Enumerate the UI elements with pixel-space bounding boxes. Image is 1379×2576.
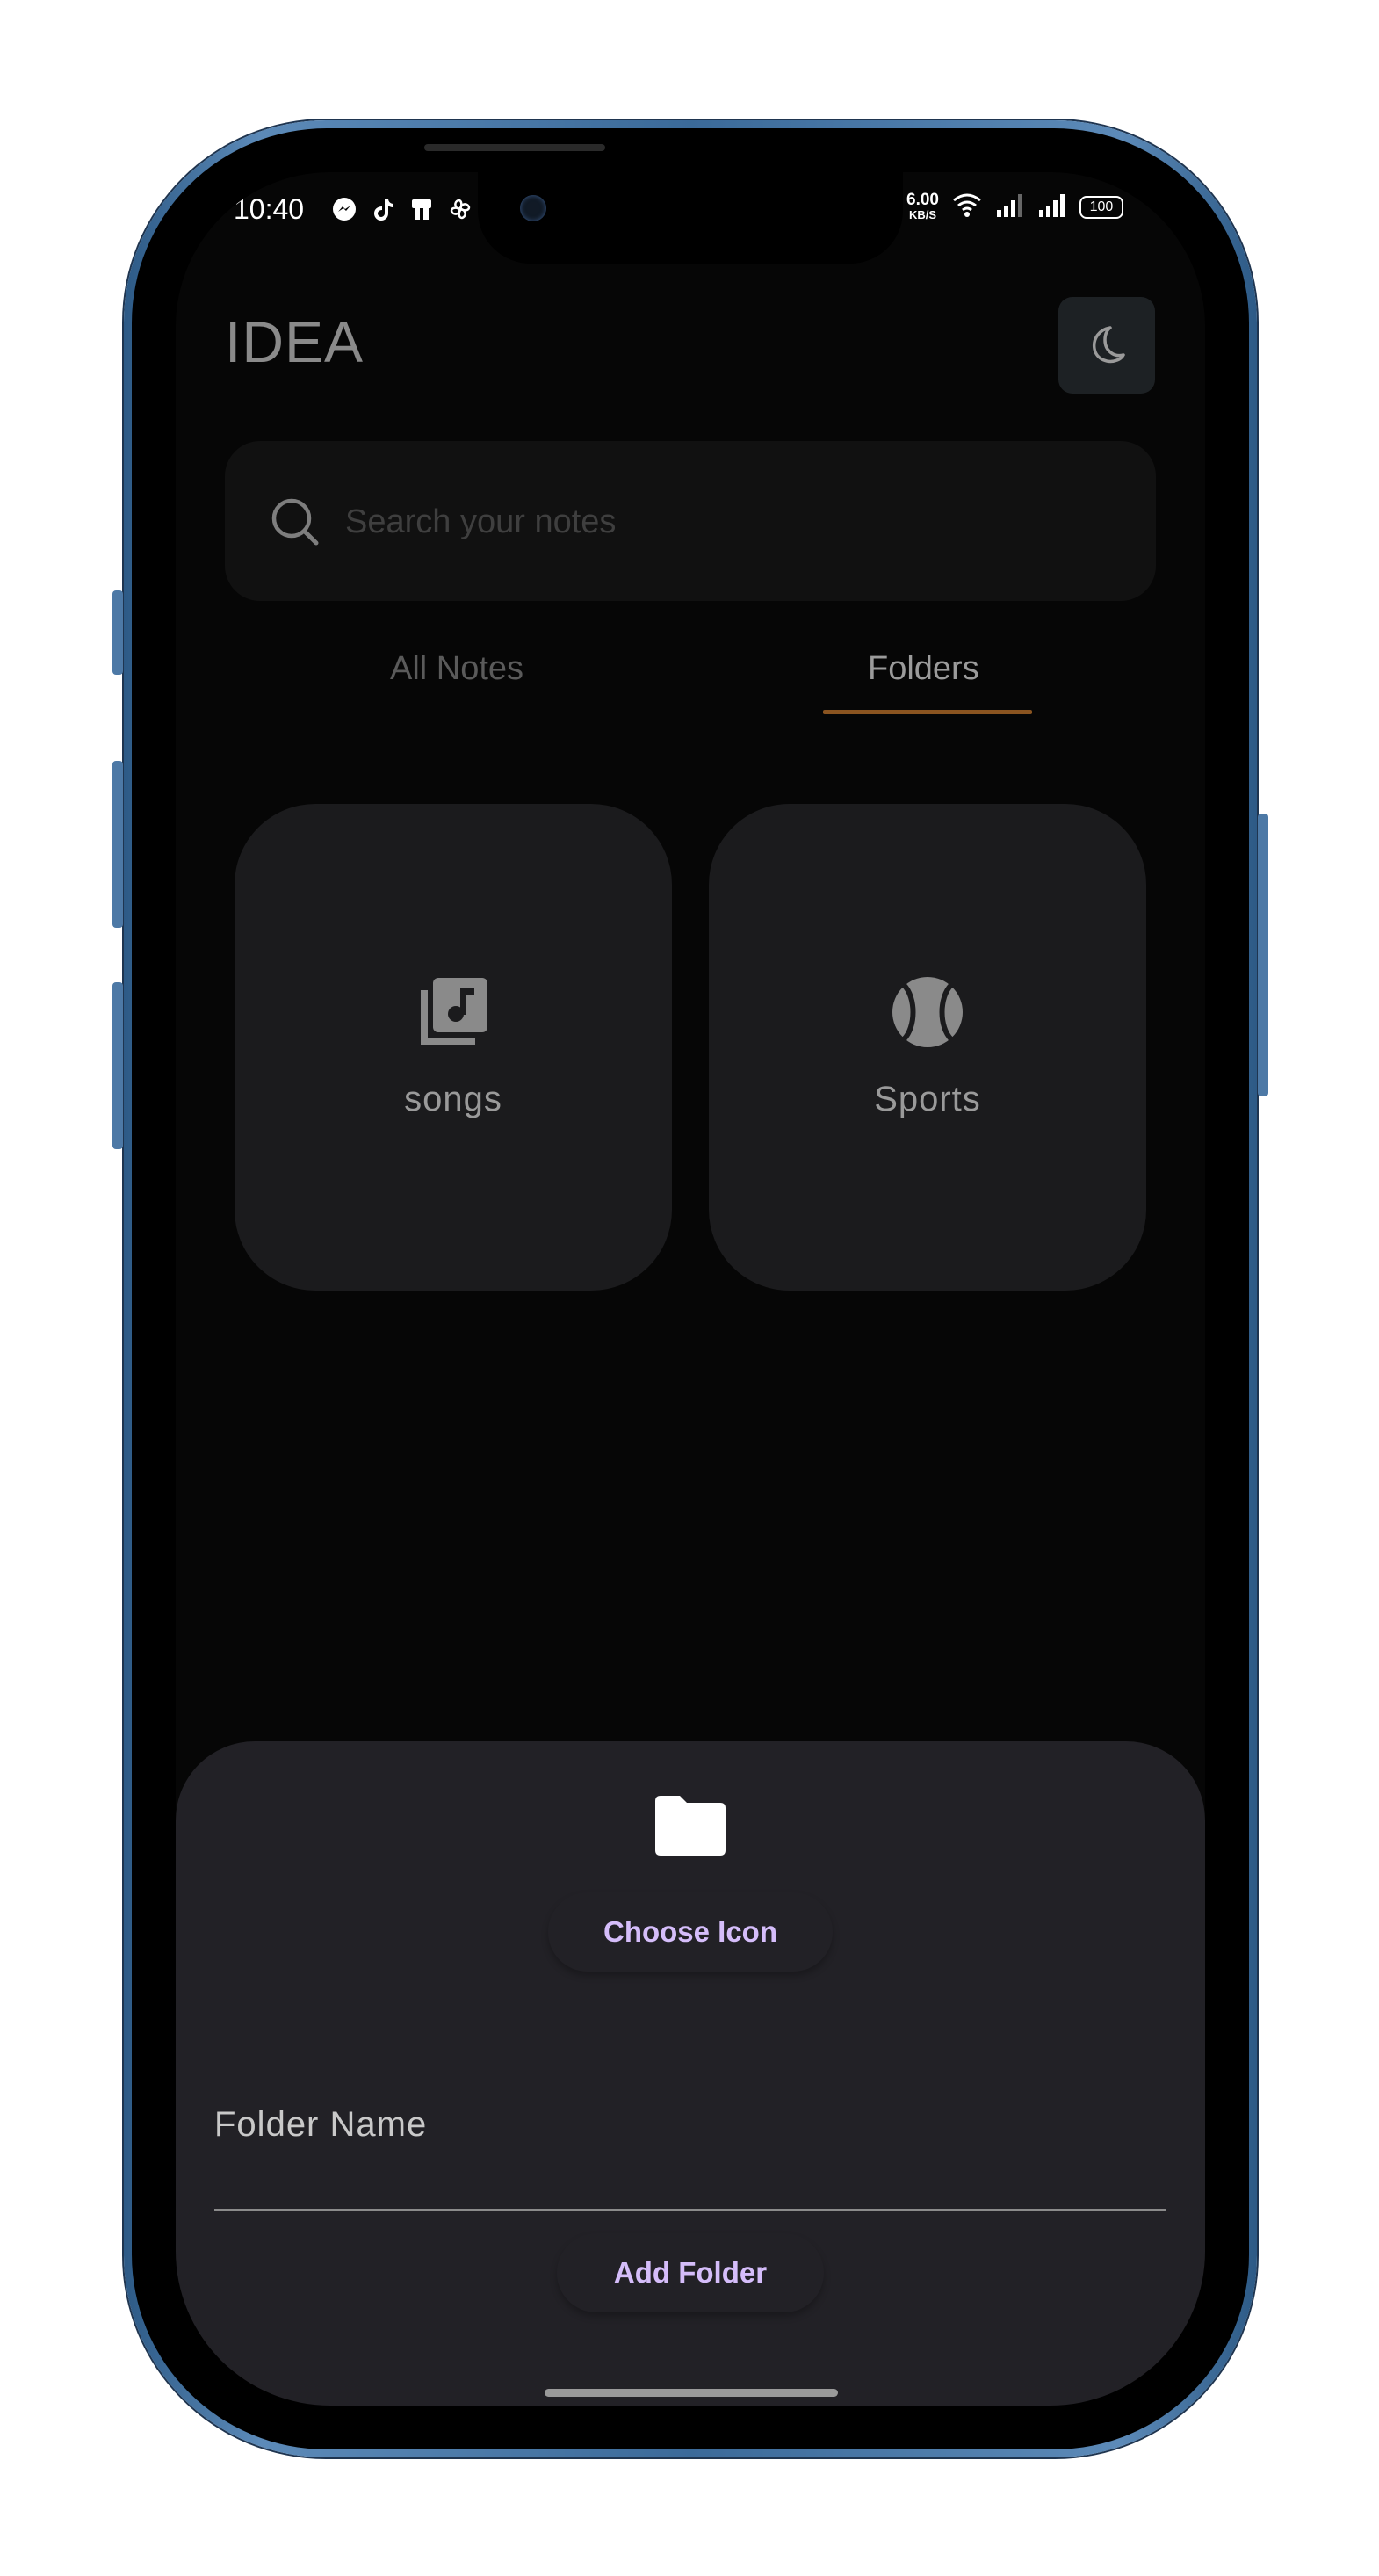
side-button-right: [1258, 814, 1268, 1096]
add-folder-sheet: Choose Icon Folder Name Add Folder: [176, 1741, 1205, 2406]
status-time: 10:40: [234, 193, 305, 225]
network-speed-unit: KB/S: [908, 207, 937, 221]
wifi-icon: [951, 192, 983, 222]
home-indicator[interactable]: [545, 2389, 838, 2397]
folder-icon: [655, 1796, 726, 1856]
search-bar[interactable]: [225, 441, 1156, 601]
app-title: IDEA: [225, 309, 365, 374]
sports-ball-icon: [892, 977, 963, 1047]
folder-card-songs[interactable]: songs: [235, 804, 672, 1291]
moon-icon: [1092, 326, 1125, 364]
folder-name-label: Folder Name: [214, 2105, 428, 2144]
front-camera: [520, 195, 546, 221]
tab-folders[interactable]: Folders: [868, 650, 979, 688]
folder-name: Sports: [874, 1080, 981, 1118]
signal-icon: [1037, 192, 1067, 221]
screen: 10:40 6.00 KB/S 100 IDEA Search your not…: [176, 172, 1205, 2406]
search-icon: [271, 498, 319, 546]
folder-card-sports[interactable]: Sports: [709, 804, 1146, 1291]
add-folder-button[interactable]: Add Folder: [557, 2233, 824, 2312]
theme-toggle-button[interactable]: [1058, 297, 1155, 394]
tab-all-notes[interactable]: All Notes: [390, 650, 523, 688]
folder-name-underline: [214, 2209, 1166, 2211]
tiktok-icon: [369, 195, 397, 223]
notification-icons: [330, 195, 474, 223]
pinwheel-icon: [446, 195, 474, 223]
network-speed-value: 6.00: [906, 190, 939, 209]
speaker-grille: [424, 144, 605, 151]
library-music-icon: [421, 978, 487, 1045]
side-button-left: [112, 761, 123, 928]
status-right: 6.00 KB/S 100: [906, 192, 1123, 222]
network-speed: 6.00 KB/S: [906, 192, 939, 222]
side-button-left: [112, 982, 123, 1149]
app-notification-icon: [408, 195, 436, 223]
active-tab-indicator: [823, 710, 1032, 714]
side-button-left: [112, 590, 123, 675]
folder-name-input[interactable]: [214, 2153, 1170, 2198]
messenger-icon: [330, 195, 358, 223]
folder-name: songs: [404, 1080, 502, 1118]
signal-icon: [995, 192, 1025, 221]
choose-icon-button[interactable]: Choose Icon: [548, 1892, 833, 1972]
search-input[interactable]: [343, 490, 1120, 554]
battery-indicator: 100: [1079, 195, 1123, 219]
